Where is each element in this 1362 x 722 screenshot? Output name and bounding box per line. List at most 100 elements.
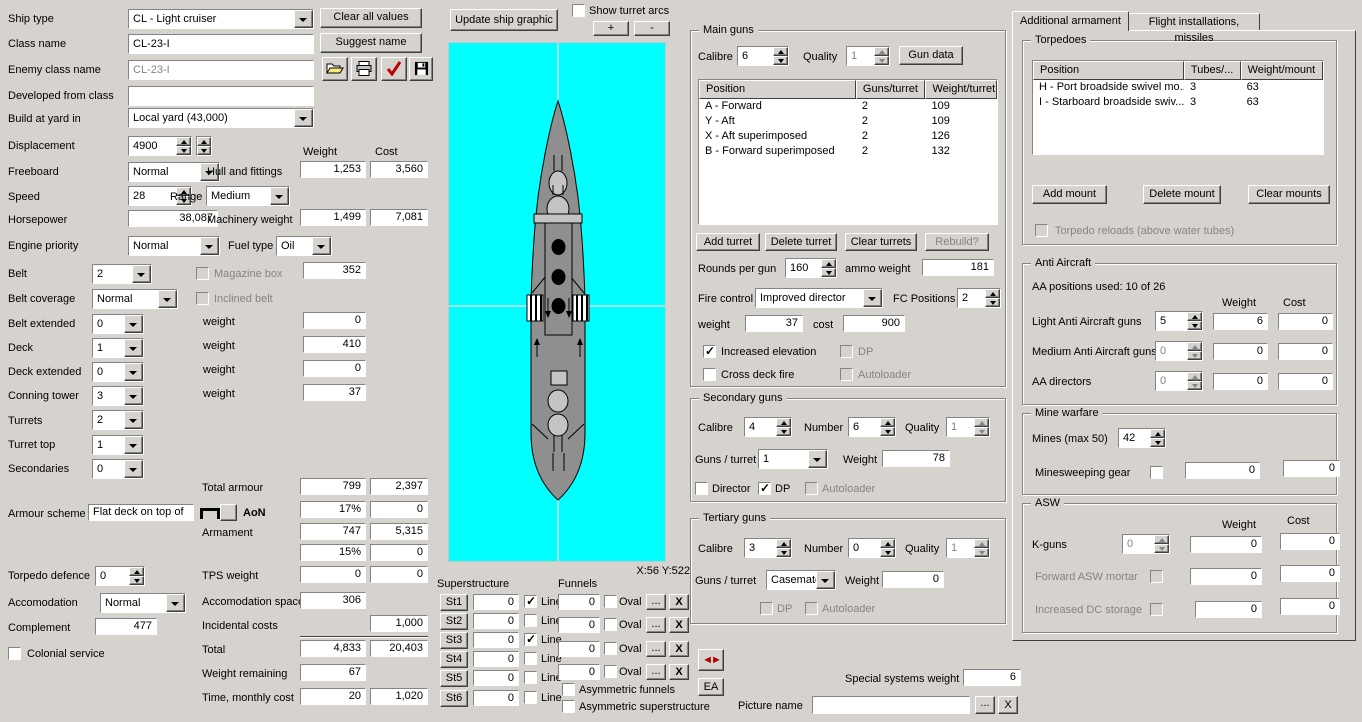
st3-value[interactable]: 0 (473, 632, 519, 648)
spinner-arrows-icon[interactable] (197, 137, 211, 155)
light-aa-spinner[interactable]: 5 (1155, 311, 1203, 331)
dropdown-arrow-icon[interactable] (270, 187, 289, 205)
k-guns-spinner[interactable]: 0 (1122, 534, 1170, 554)
mg-col-weight-turret[interactable]: Weight/turret (925, 80, 997, 99)
funnel2-delete-button[interactable]: X (669, 617, 689, 633)
funnel3-browse-button[interactable]: ... (646, 641, 666, 657)
displacement-fine-spinner[interactable] (196, 136, 212, 156)
funnel1-value[interactable]: 0 (558, 594, 600, 610)
ship-type-combo[interactable]: CL - Light cruiser (128, 9, 314, 29)
dropdown-arrow-icon[interactable] (124, 411, 143, 429)
st5-line-checkbox[interactable] (524, 671, 537, 684)
mg-quality-spinner[interactable]: 1 (846, 46, 890, 66)
st2-line-checkbox[interactable] (524, 614, 537, 627)
deck-extended-combo[interactable]: 0 (92, 362, 144, 382)
sg-calibre-spinner[interactable]: 4 (744, 417, 792, 437)
dropdown-arrow-icon[interactable] (158, 290, 177, 308)
spinner-arrows-icon[interactable] (1187, 342, 1202, 360)
dropdown-arrow-icon[interactable] (294, 109, 313, 127)
funnel4-value[interactable]: 0 (558, 664, 600, 680)
st2-button[interactable]: St2 (440, 613, 468, 630)
turrets-combo[interactable]: 2 (92, 410, 144, 430)
funnel1-oval-checkbox[interactable] (604, 595, 617, 608)
belt-extended-combo[interactable]: 0 (92, 314, 144, 334)
fc-positions-spinner[interactable]: 2 (957, 288, 1001, 308)
tg-guns-per-turret-combo[interactable]: Casemate: (766, 570, 836, 590)
update-ship-graphic-button[interactable]: Update ship graphic (450, 9, 558, 31)
print-button[interactable] (351, 57, 377, 81)
build-yard-combo[interactable]: Local yard (43,000) (128, 108, 314, 128)
spinner-arrows-icon[interactable] (773, 47, 788, 65)
ea-button[interactable]: EA (698, 678, 724, 696)
sg-number-spinner[interactable]: 6 (848, 417, 896, 437)
asymmetric-superstructure-checkbox[interactable] (562, 700, 575, 713)
cross-deck-fire-checkbox[interactable] (703, 368, 716, 381)
increased-elevation-checkbox[interactable] (703, 345, 716, 358)
spinner-arrows-icon[interactable] (985, 289, 1000, 307)
delete-turret-button[interactable]: Delete turret (765, 233, 837, 251)
torpedoes-table[interactable]: Position Tubes/... Weight/mount H - Port… (1032, 60, 1324, 155)
displacement-spinner[interactable]: 4900 (128, 136, 192, 156)
sg-director-checkbox[interactable] (695, 482, 708, 495)
tg-calibre-spinner[interactable]: 3 (744, 538, 792, 558)
aa-directors-spinner[interactable]: 0 (1155, 371, 1203, 391)
dropdown-arrow-icon[interactable] (124, 363, 143, 381)
torp-col-position[interactable]: Position (1033, 61, 1184, 80)
suggest-name-button[interactable]: Suggest name (320, 33, 422, 53)
dropdown-arrow-icon[interactable] (124, 460, 143, 478)
main-guns-row[interactable]: B - Forward superimposed 2 132 (699, 144, 997, 159)
dropdown-arrow-icon[interactable] (124, 436, 143, 454)
picture-name-input[interactable] (812, 696, 970, 714)
tg-quality-spinner[interactable]: 1 (946, 538, 990, 558)
torpedoes-table-header[interactable]: Position Tubes/... Weight/mount (1033, 61, 1323, 80)
st1-line-checkbox[interactable] (524, 595, 537, 608)
funnel1-delete-button[interactable]: X (669, 594, 689, 610)
mg-calibre-spinner[interactable]: 6 (737, 46, 789, 66)
rounds-per-gun-spinner[interactable]: 160 (785, 258, 837, 278)
clear-turrets-button[interactable]: Clear turrets (845, 233, 917, 251)
mg-col-guns-turret[interactable]: Guns/turret (856, 80, 926, 99)
spinner-arrows-icon[interactable] (1187, 312, 1202, 330)
spinner-arrows-icon[interactable] (880, 418, 895, 436)
conning-tower-combo[interactable]: 3 (92, 386, 144, 406)
spinner-arrows-icon[interactable] (776, 539, 791, 557)
tg-number-spinner[interactable]: 0 (848, 538, 896, 558)
dropdown-arrow-icon[interactable] (124, 387, 143, 405)
funnel1-browse-button[interactable]: ... (646, 594, 666, 610)
st6-value[interactable]: 0 (473, 690, 519, 706)
spinner-arrows-icon[interactable] (974, 418, 989, 436)
funnel2-oval-checkbox[interactable] (604, 618, 617, 631)
sg-guns-per-turret-combo[interactable]: 1 (758, 449, 828, 469)
medium-aa-spinner[interactable]: 0 (1155, 341, 1203, 361)
spinner-arrows-icon[interactable] (974, 539, 989, 557)
tab-flight-installations[interactable]: Flight installations, missiles (1128, 13, 1260, 30)
torp-col-tubes[interactable]: Tubes/... (1184, 61, 1241, 80)
funnel4-oval-checkbox[interactable] (604, 665, 617, 678)
zoom-out-button[interactable]: - (634, 21, 670, 36)
dropdown-arrow-icon[interactable] (312, 237, 331, 255)
st3-button[interactable]: St3 (440, 632, 468, 649)
funnel2-value[interactable]: 0 (558, 617, 600, 633)
dropdown-arrow-icon[interactable] (132, 265, 151, 283)
dropdown-arrow-icon[interactable] (166, 594, 185, 612)
sg-quality-spinner[interactable]: 1 (946, 417, 990, 437)
main-guns-table[interactable]: Position Guns/turret Weight/turret A - F… (698, 79, 998, 225)
sg-dp-checkbox[interactable] (758, 482, 771, 495)
st2-value[interactable]: 0 (473, 613, 519, 629)
developed-from-input[interactable] (128, 86, 314, 106)
torpedo-defence-spinner[interactable]: 0 (95, 566, 145, 586)
fuel-type-combo[interactable]: Oil (276, 236, 332, 256)
spinner-arrows-icon[interactable] (1187, 372, 1202, 390)
cycle-design-arrows-button[interactable]: ◄► (698, 649, 724, 671)
main-guns-row[interactable]: A - Forward 2 109 (699, 99, 997, 114)
st6-button[interactable]: St6 (440, 690, 468, 707)
spinner-arrows-icon[interactable] (1154, 535, 1169, 553)
save-button[interactable] (409, 57, 433, 81)
show-turret-arcs-checkbox[interactable] (572, 4, 585, 17)
st1-value[interactable]: 0 (473, 594, 519, 610)
spinner-arrows-icon[interactable] (874, 47, 889, 65)
st5-value[interactable]: 0 (473, 670, 519, 686)
st5-button[interactable]: St5 (440, 670, 468, 687)
spinner-arrows-icon[interactable] (880, 539, 895, 557)
add-turret-button[interactable]: Add turret (696, 233, 760, 251)
